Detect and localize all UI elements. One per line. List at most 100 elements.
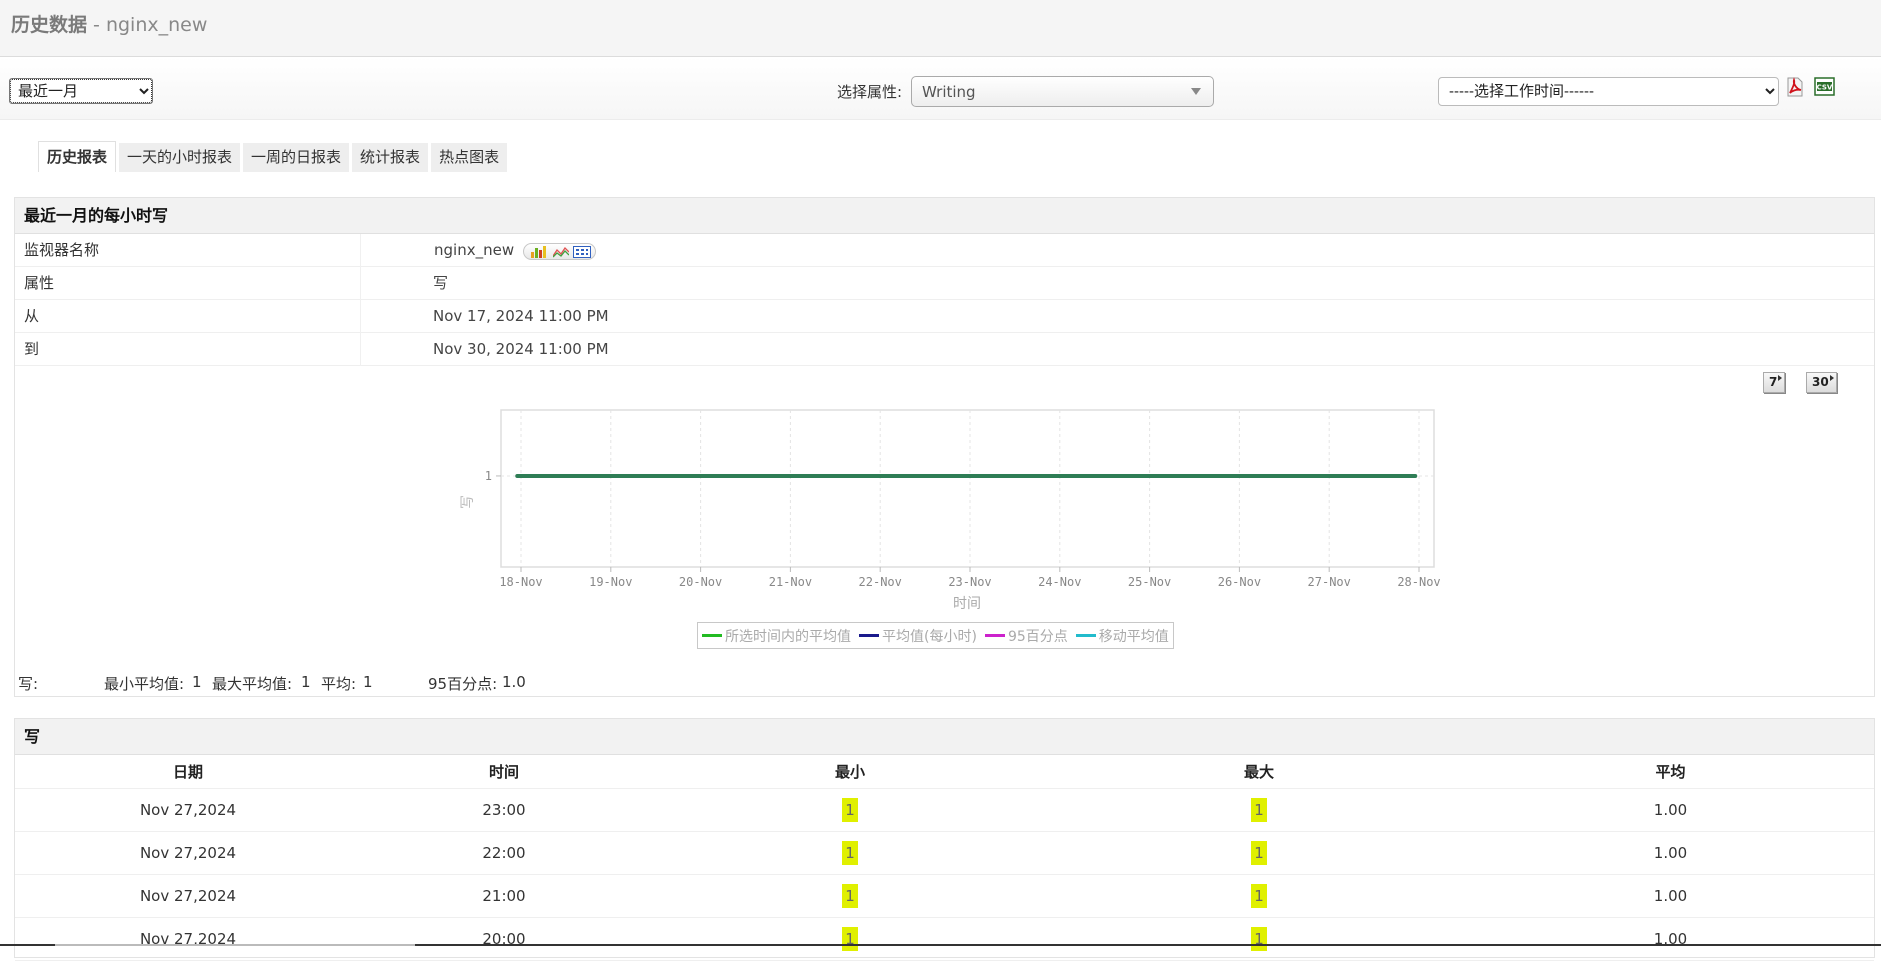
cell-min: 1	[647, 789, 1053, 832]
chart-legend: 所选时间内的平均值 平均值(每小时) 95百分点 移动平均值	[697, 622, 1174, 649]
min-value-highlight: 1	[842, 841, 858, 865]
table-row: Nov 27,2024 20:00 1 1 1.00	[15, 918, 1874, 961]
cell-time: 23:00	[482, 801, 526, 819]
cell-avg: 1.00	[1653, 887, 1688, 905]
cell-time: 20:00	[482, 930, 526, 948]
attribute-select[interactable]: Writing	[911, 76, 1214, 107]
range-7-label: 7	[1769, 375, 1778, 389]
play-arrow-icon	[1829, 375, 1834, 381]
data-table-panel: 写 日期 时间 最小 最大 平均 Nov 27,2024 23:00 1 1 1…	[14, 718, 1875, 961]
cell-max: 1	[1053, 832, 1465, 875]
worktime-select[interactable]: -----选择工作时间------	[1438, 77, 1779, 106]
min-value-highlight: 1	[842, 798, 858, 822]
tab-history-report[interactable]: 历史报表	[38, 141, 117, 172]
page-header: 历史数据 - nginx_new	[0, 0, 1881, 57]
legend-swatch	[702, 634, 722, 637]
avg-label: 平均:	[321, 675, 357, 693]
tab-daily-report[interactable]: 一周的日报表	[243, 143, 350, 172]
column-header-max[interactable]: 最大	[1053, 755, 1465, 789]
attribute-label: 选择属性:	[837, 83, 903, 101]
pdf-export-icon[interactable]	[1786, 77, 1804, 97]
column-header-date[interactable]: 日期	[15, 755, 361, 789]
page-title-monitor: - nginx_new	[87, 14, 208, 36]
page-title: 历史数据 - nginx_new	[11, 10, 207, 37]
column-divider	[360, 333, 361, 366]
column-divider	[360, 234, 361, 267]
column-divider	[360, 300, 361, 333]
tab-heatmap-report[interactable]: 热点图表	[431, 143, 508, 172]
data-table-title: 写	[15, 719, 1874, 755]
monitor-view-icons[interactable]	[523, 243, 596, 260]
legend-label: 95百分点	[1007, 628, 1068, 645]
max-value-highlight: 1	[1251, 927, 1267, 951]
info-label: 监视器名称	[24, 241, 100, 259]
cell-avg: 1.00	[1653, 844, 1688, 862]
period-select[interactable]: 最近一月	[9, 78, 153, 104]
legend-swatch	[984, 634, 1005, 637]
column-divider	[360, 267, 361, 300]
range-30-days-button[interactable]: 30	[1806, 372, 1837, 393]
summary-panel-title: 最近一月的每小时写	[15, 198, 1874, 234]
avg-value: 1	[363, 673, 373, 691]
legend-item-period-average[interactable]: 所选时间内的平均值	[702, 626, 851, 646]
p95-value: 1.0	[502, 673, 526, 691]
cell-time: 21:00	[482, 887, 526, 905]
min-value-highlight: 1	[842, 884, 858, 908]
range-7-days-button[interactable]: 7	[1763, 372, 1786, 393]
line-chart-icon[interactable]	[553, 246, 569, 258]
page-title-main: 历史数据	[11, 14, 88, 36]
table-header-row: 日期 时间 最小 最大 平均	[15, 755, 1874, 789]
report-tabs: 历史报表 一天的小时报表 一周的日报表 统计报表 热点图表	[38, 141, 508, 172]
table-icon[interactable]	[573, 245, 591, 258]
info-label: 属性	[24, 274, 55, 292]
max-value-highlight: 1	[1251, 884, 1267, 908]
info-row-from: 从 Nov 17, 2024 11:00 PM	[15, 300, 1874, 333]
cell-max: 1	[1053, 789, 1465, 832]
tab-statistics-report[interactable]: 统计报表	[352, 143, 429, 172]
play-arrow-icon	[1778, 375, 1783, 381]
bar-chart-icon[interactable]	[531, 245, 549, 258]
cell-date: Nov 27,2024	[139, 887, 237, 905]
cell-date: Nov 27,2024	[139, 801, 237, 819]
column-header-min[interactable]: 最小	[647, 755, 1053, 789]
p95-label: 95百分点:	[428, 675, 498, 693]
cell-min: 1	[647, 832, 1053, 875]
cell-avg: 1.00	[1653, 801, 1688, 819]
info-label: 到	[24, 340, 40, 358]
table-row: Nov 27,2024 21:00 1 1 1.00	[15, 875, 1874, 918]
legend-label: 移动平均值	[1098, 628, 1169, 645]
from-value: Nov 17, 2024 11:00 PM	[433, 307, 609, 325]
to-value: Nov 30, 2024 11:00 PM	[433, 340, 609, 358]
csv-export-icon[interactable]: CSV	[1814, 77, 1835, 96]
legend-label: 平均值(每小时)	[882, 628, 977, 645]
max-value-highlight: 1	[1251, 798, 1267, 822]
legend-item-95th-percentile[interactable]: 95百分点	[984, 626, 1068, 646]
max-avg-label: 最大平均值:	[212, 675, 293, 693]
info-label: 从	[24, 307, 40, 325]
table-row: Nov 27,2024 22:00 1 1 1.00	[15, 832, 1874, 875]
cell-date: Nov 27,2024	[139, 930, 237, 948]
cell-date: Nov 27,2024	[139, 844, 237, 862]
info-row-to: 到 Nov 30, 2024 11:00 PM	[15, 333, 1874, 366]
attribute-select-value: Writing	[922, 83, 976, 101]
legend-label: 所选时间内的平均值	[725, 628, 851, 645]
svg-text:CSV: CSV	[1817, 83, 1833, 91]
monitor-name-value: nginx_new	[434, 241, 515, 259]
min-avg-value: 1	[192, 673, 202, 691]
cell-min: 1	[647, 875, 1053, 918]
legend-item-moving-average[interactable]: 移动平均值	[1075, 626, 1169, 646]
info-row-attribute: 属性 写	[15, 267, 1874, 300]
tab-hourly-report[interactable]: 一天的小时报表	[119, 143, 241, 172]
info-row-monitor: 监视器名称 nginx_new	[15, 234, 1874, 267]
range-30-label: 30	[1812, 375, 1829, 389]
attribute-value: 写	[433, 274, 449, 292]
max-avg-value: 1	[301, 673, 311, 691]
min-avg-label: 最小平均值:	[104, 675, 185, 693]
column-header-avg[interactable]: 平均	[1465, 755, 1876, 789]
column-header-time[interactable]: 时间	[361, 755, 647, 789]
cell-min: 1	[647, 918, 1053, 961]
dropdown-arrow-icon	[1191, 88, 1201, 95]
min-value-highlight: 1	[842, 927, 858, 951]
legend-item-hourly-average[interactable]: 平均值(每小时)	[859, 626, 977, 646]
table-row: Nov 27,2024 23:00 1 1 1.00	[15, 789, 1874, 832]
